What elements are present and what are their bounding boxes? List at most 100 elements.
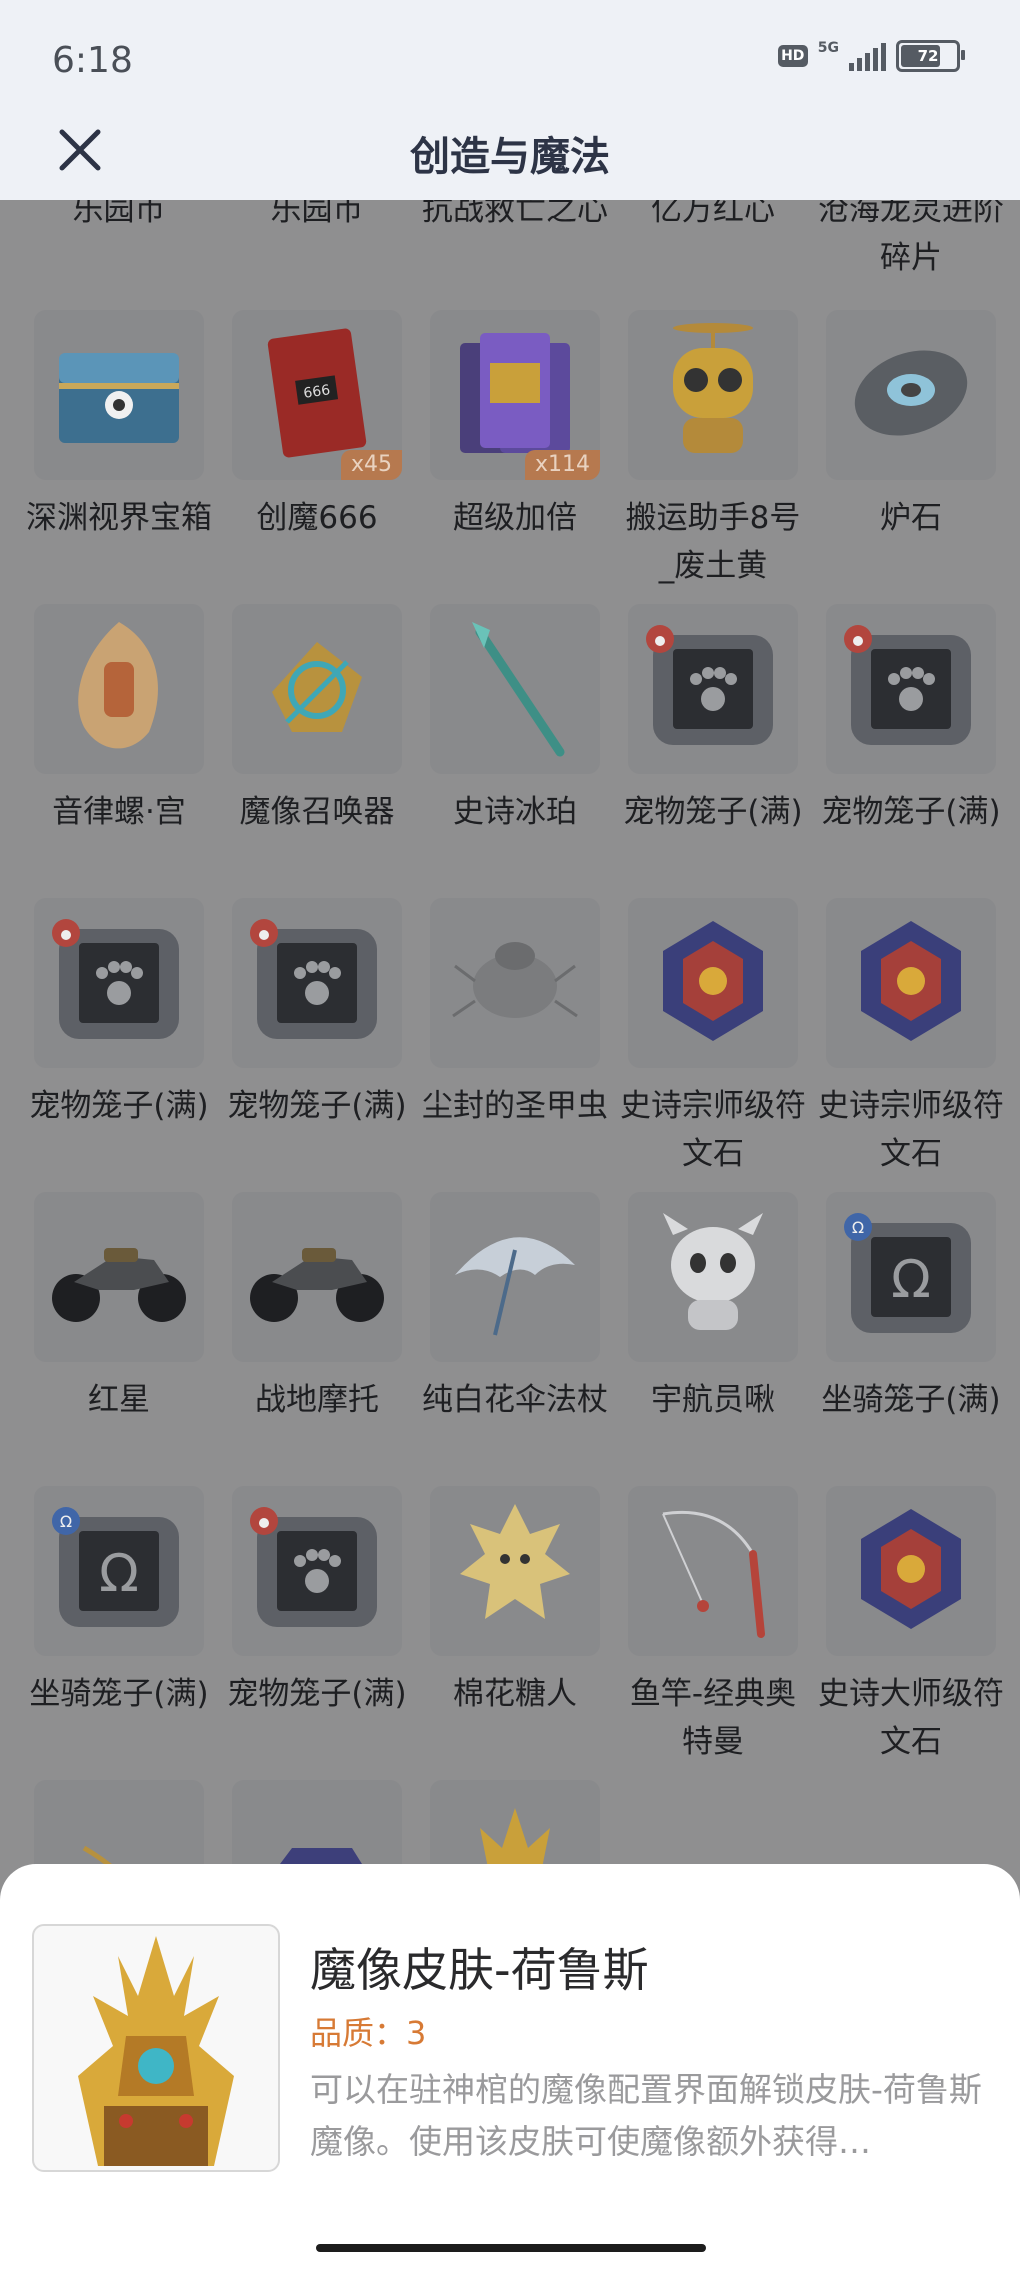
status-bar: 6:18 HD 5G 72	[0, 0, 1020, 120]
item-label: 坐骑笼子(满)	[821, 1382, 1001, 1418]
item-label: 抗战救亡之心	[422, 200, 608, 228]
grid-item[interactable]	[416, 1780, 614, 1870]
grid-item[interactable]: 亿万红心	[614, 200, 812, 286]
cotton-candy-creature-icon	[450, 1494, 580, 1648]
item-thumbnail	[34, 898, 204, 1068]
detail-item-name: 魔像皮肤-荷鲁斯	[310, 1943, 649, 1997]
rune-stone-icon	[643, 911, 783, 1055]
grid-item[interactable]: 音律螺·宫	[20, 604, 218, 898]
grid-item[interactable]: 深渊视界宝箱	[20, 310, 218, 604]
item-thumbnail	[826, 310, 996, 480]
grid-item[interactable]: 尘封的圣甲虫	[416, 898, 614, 1192]
grid-item[interactable]: 宇航员啾	[614, 1192, 812, 1486]
grid-item[interactable]: 棉花糖人	[416, 1486, 614, 1780]
grid-item[interactable]: 宠物笼子(满)	[614, 604, 812, 898]
item-label: 史诗宗师级符文石	[818, 1088, 1004, 1172]
home-indicator[interactable]	[316, 2244, 706, 2252]
grid-item[interactable]: 搬运助手8号_废土黄	[614, 310, 812, 604]
item-thumbnail	[232, 1780, 402, 1870]
items-grid: 深渊视界宝箱 666 x45 创魔666 x114 超级加倍 搬运助手8号_废土黄 炉石音律螺…	[20, 310, 1010, 1870]
grid-item[interactable]: Ω Ω 坐骑笼子(满)	[20, 1486, 218, 1780]
scarab-icon	[445, 921, 585, 1045]
item-label: 宠物笼子(满)	[29, 1088, 209, 1124]
item-thumbnail: ΩΩ	[826, 1192, 996, 1362]
grid-item[interactable]: 鱼竿-经典奥特曼	[614, 1486, 812, 1780]
item-label: 宠物笼子(满)	[623, 794, 803, 830]
battery-level: 72	[917, 47, 939, 65]
mount-cage-icon: ΩΩ	[44, 1499, 194, 1643]
item-thumbnail	[430, 898, 600, 1068]
item-label: 乐园币	[72, 200, 166, 228]
grid-item[interactable]	[20, 1780, 218, 1870]
rune-stone-icon	[841, 1499, 981, 1643]
item-thumbnail	[34, 604, 204, 774]
hd-icon: HD	[777, 45, 808, 67]
page-header: 创造与魔法	[0, 120, 1020, 200]
grid-item[interactable]: 史诗宗师级符文石	[614, 898, 812, 1192]
mount-cage-icon: ΩΩ	[836, 1205, 986, 1349]
grid-item[interactable]: 史诗大师级符文石	[812, 1486, 1010, 1780]
signal-icon	[849, 41, 886, 71]
item-label: 棉花糖人	[453, 1676, 577, 1712]
ice-staff-icon	[450, 612, 580, 766]
item-label: 魔像召唤器	[239, 794, 395, 830]
grid-item[interactable]: 红星	[20, 1192, 218, 1486]
item-thumbnail	[628, 1486, 798, 1656]
umbrella-icon	[440, 1205, 590, 1349]
grid-item[interactable]: 宠物笼子(满)	[218, 1486, 416, 1780]
grid-item[interactable]: 史诗宗师级符文石	[812, 898, 1010, 1192]
item-label: 尘封的圣甲虫	[422, 1088, 608, 1124]
item-label: 宠物笼子(满)	[227, 1088, 407, 1124]
item-thumbnail	[628, 898, 798, 1068]
grid-item[interactable]: 纯白花伞法杖	[416, 1192, 614, 1486]
item-label: 红星	[88, 1382, 150, 1418]
astronaut-pet-icon	[648, 1205, 778, 1349]
grid-item[interactable]: 炉石	[812, 310, 1010, 604]
grid-item[interactable]: 666 x45 创魔666	[218, 310, 416, 604]
item-thumbnail	[430, 604, 600, 774]
pet-cage-icon	[44, 911, 194, 1055]
item-thumbnail	[232, 604, 402, 774]
item-label: 创魔666	[256, 500, 378, 536]
grid-item[interactable]: 史诗冰珀	[416, 604, 614, 898]
item-label: 纯白花伞法杖	[422, 1382, 608, 1418]
item-label: 鱼竿-经典奥特曼	[629, 1676, 797, 1760]
item-label: 史诗宗师级符文石	[620, 1088, 806, 1172]
grid-item[interactable]: 宠物笼子(满)	[812, 604, 1010, 898]
item-thumbnail	[430, 1486, 600, 1656]
detail-item-description: 可以在驻神棺的魔像配置界面解锁皮肤-荷鲁斯魔像。使用该皮肤可使魔像额外获得…	[310, 2070, 982, 2161]
grid-item[interactable]	[218, 1780, 416, 1870]
grid-item[interactable]: x114 超级加倍	[416, 310, 614, 604]
svg-text:Ω: Ω	[852, 1218, 864, 1237]
item-thumbnail	[826, 1486, 996, 1656]
grid-item[interactable]: 战地摩托	[218, 1192, 416, 1486]
treasure-chest-icon	[49, 333, 189, 457]
item-label: 深渊视界宝箱	[26, 500, 212, 536]
pet-cage-icon	[242, 1499, 392, 1643]
item-label: 宠物笼子(满)	[821, 794, 1001, 830]
grid-item[interactable]: 宠物笼子(满)	[20, 898, 218, 1192]
grid-item[interactable]: 沧海龙灵进阶碎片	[812, 200, 1010, 286]
item-count-badge: x114	[524, 450, 600, 480]
items-grid-area[interactable]: 乐园币 乐园币 抗战救亡之心 亿万红心 沧海龙灵进阶碎片 深渊视界宝箱 666 x4…	[0, 200, 1020, 1870]
detail-thumbnail	[32, 1924, 280, 2172]
grid-item[interactable]: 魔像召唤器	[218, 604, 416, 898]
detail-item-quality: 品质：3	[310, 2014, 427, 2052]
item-thumbnail	[628, 1192, 798, 1362]
item-label: 超级加倍	[453, 500, 577, 536]
svg-text:Ω: Ω	[99, 1544, 139, 1604]
grid-item[interactable]: 宠物笼子(满)	[218, 898, 416, 1192]
grid-item[interactable]: 抗战救亡之心	[416, 200, 614, 286]
grid-item[interactable]: 乐园币	[20, 200, 218, 286]
item-thumbnail	[826, 604, 996, 774]
item-label: 坐骑笼子(满)	[29, 1676, 209, 1712]
item-label: 亿万红心	[651, 200, 775, 228]
item-thumbnail	[232, 1192, 402, 1362]
motorcycle-icon	[242, 1220, 392, 1334]
grid-item[interactable]: Ω Ω 坐骑笼子(满)	[812, 1192, 1010, 1486]
battery-icon: 72	[896, 40, 965, 72]
grid-item[interactable]: 乐园币	[218, 200, 416, 286]
item-label: 宇航员啾	[651, 1382, 775, 1418]
item-label: 宠物笼子(满)	[227, 1676, 407, 1712]
item-thumbnail: x114	[430, 310, 600, 480]
